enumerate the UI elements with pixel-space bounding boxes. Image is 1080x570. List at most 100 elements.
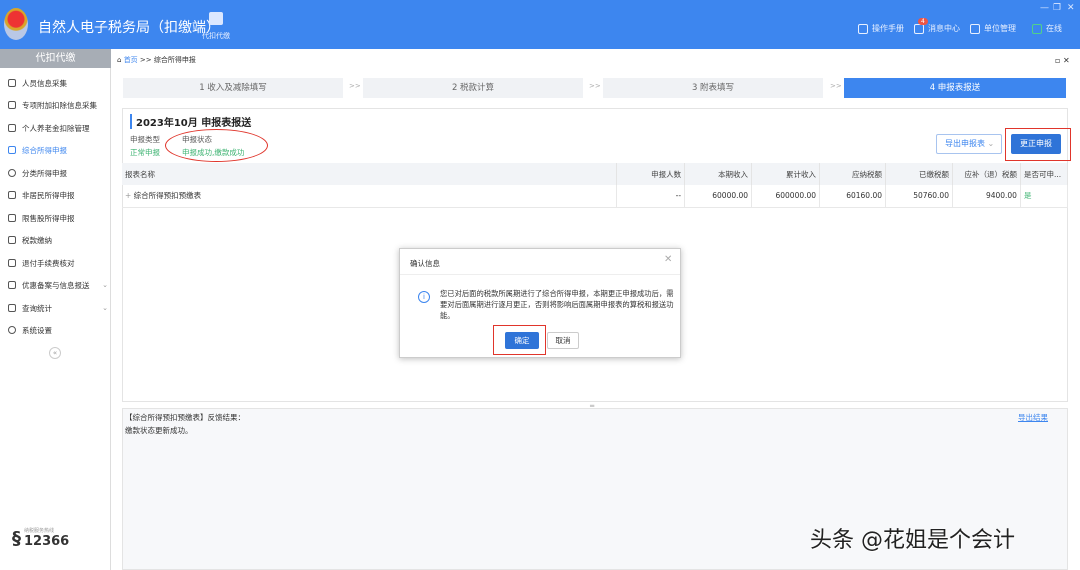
step-tax-calc[interactable]: 2 税款计算: [363, 78, 583, 98]
info-icon: i: [418, 291, 430, 303]
step-separator: >>: [589, 82, 601, 90]
link-label: 操作手册: [872, 24, 904, 33]
gear-icon: [8, 326, 16, 334]
col-tax-due-refund: 应补（退）税额: [952, 163, 1021, 185]
breadcrumb-sep: >>: [139, 56, 152, 64]
col-tax-payable: 应纳税额: [819, 163, 887, 185]
pie-icon: [8, 169, 16, 177]
col-headcount: 申报人数: [616, 163, 686, 185]
online-service-link[interactable]: 在线: [1032, 23, 1062, 34]
folder-icon: [8, 236, 16, 244]
home-icon: ⌂: [117, 56, 122, 64]
sidebar-item-label: 退付手续费核对: [22, 258, 75, 268]
step-separator: >>: [830, 82, 842, 90]
sidebar-item-label: 税款缴纳: [22, 235, 52, 245]
sidebar-item-query[interactable]: 查询统计 ⌄: [8, 301, 108, 315]
dialog-title: 确认信息: [410, 259, 440, 268]
export-label: 导出申报表: [945, 139, 985, 148]
restore-button[interactable]: ❐: [1053, 3, 1061, 13]
link-label: 在线: [1046, 24, 1062, 33]
link-label: 单位管理: [984, 24, 1016, 33]
search-list-icon: [8, 304, 16, 312]
sidebar-item-classified[interactable]: 分类所得申报: [8, 166, 108, 180]
col-current-income: 本期收入: [684, 163, 753, 185]
app-title: 自然人电子税务局（扣缴端）: [38, 20, 220, 36]
step-separator: >>: [349, 82, 361, 90]
sidebar-item-label: 非居民所得申报: [22, 190, 75, 200]
tax-due-cell: 9400.00: [952, 185, 1021, 208]
cancel-button[interactable]: 取消: [547, 332, 579, 349]
divider: [400, 274, 680, 275]
hotline-label: 纳税服务热线: [24, 528, 55, 534]
sidebar-item-tax-payment[interactable]: 税款缴纳: [8, 233, 108, 247]
report-name-cell[interactable]: + 综合所得预扣预缴表: [122, 185, 618, 208]
export-result-link[interactable]: 导出结果: [1018, 412, 1048, 423]
sidebar-item-label: 系统设置: [22, 325, 52, 335]
dialog-message: 您已对后面的税款所属期进行了综合所得申报，本期更正申报成功后，需要对后面属期进行…: [440, 289, 674, 320]
sidebar-item-restricted-stock[interactable]: 限售股所得申报: [8, 211, 108, 225]
chevron-down-icon: ⌄: [102, 304, 108, 312]
chevron-down-icon: ⌄: [987, 139, 995, 148]
hotline-logo-icon: §: [12, 527, 21, 549]
sidebar-item-special-deduction[interactable]: 专项附加扣除信息采集: [8, 98, 108, 112]
sidebar-item-label: 综合所得申报: [22, 145, 67, 155]
annotation-box: [1005, 128, 1071, 161]
declaration-type-label: 申报类型: [130, 135, 160, 144]
note-icon: [8, 281, 16, 289]
table-row[interactable]: + 综合所得预扣预缴表 -- 60000.00 600000.00 60160.…: [122, 185, 1069, 208]
close-icon[interactable]: ✕: [664, 254, 672, 265]
sidebar-item-pension[interactable]: 个人养老金扣除管理: [8, 121, 108, 135]
sidebar-title: 代扣代缴: [0, 49, 111, 68]
breadcrumb-current: 综合所得申报: [153, 56, 196, 64]
col-tax-paid: 已缴税额: [885, 163, 953, 185]
step-submit[interactable]: 4 申报表报送: [844, 78, 1066, 98]
unit-management-link[interactable]: 单位管理: [970, 23, 1016, 34]
mail-icon: [914, 23, 924, 34]
report-name: 综合所得预扣预缴表: [133, 191, 202, 201]
document-icon: [858, 23, 868, 34]
card-icon: [8, 124, 16, 132]
step-attachments[interactable]: 3 附表填写: [603, 78, 823, 98]
cumulative-income-cell: 600000.00: [751, 185, 821, 208]
app-header: 自然人电子税务局（扣缴端） 代扣代缴 操作手册 消息中心 4 单位管理 在线 —…: [0, 0, 1080, 49]
message-badge: 4: [918, 18, 928, 25]
col-report-name: 报表名称: [122, 163, 618, 185]
col-cumulative-income: 累计收入: [751, 163, 821, 185]
sidebar-item-comprehensive[interactable]: 综合所得申报: [8, 143, 108, 157]
minimize-button[interactable]: —: [1040, 3, 1049, 13]
sidebar-item-nonresident[interactable]: 非居民所得申报: [8, 188, 108, 202]
breadcrumb-home[interactable]: 首页: [124, 56, 138, 64]
sidebar-item-personnel[interactable]: 人员信息采集: [8, 76, 108, 90]
export-declaration-dropdown[interactable]: 导出申报表 ⌄: [936, 134, 1002, 154]
expand-icon[interactable]: +: [125, 191, 134, 200]
bar-chart-icon: [8, 214, 16, 222]
nav-withholding[interactable]: 代扣代缴: [196, 12, 236, 41]
manual-link[interactable]: 操作手册: [858, 23, 904, 34]
watermark: 头条 @花姐是个会计: [810, 528, 1015, 553]
collapse-sidebar-button[interactable]: «: [49, 347, 61, 359]
sidebar-item-preferential[interactable]: 优惠备案与信息报送 ⌄: [8, 278, 108, 292]
feedback-message: 缴款状态更新成功。: [125, 426, 193, 435]
building-icon: [970, 23, 980, 34]
tax-paid-cell: 50760.00: [885, 185, 953, 208]
chevron-down-icon: ⌄: [102, 281, 108, 289]
sidebar: 代扣代缴 人员信息采集 专项附加扣除信息采集 个人养老金扣除管理 综合所得申报 …: [0, 49, 111, 570]
step-income[interactable]: 1 收入及减除填写: [123, 78, 343, 98]
close-button[interactable]: ✕: [1067, 3, 1075, 13]
tax-emblem-logo: [4, 8, 28, 40]
table-header-row: 报表名称 申报人数 本期收入 累计收入 应纳税额 已缴税额 应补（退）税额 是否…: [122, 163, 1069, 185]
sidebar-item-label: 分类所得申报: [22, 168, 67, 178]
annotation-box: [493, 325, 546, 355]
pane-controls[interactable]: ▫ ✕: [1055, 56, 1070, 65]
sidebar-item-refund-fee[interactable]: 退付手续费核对: [8, 256, 108, 270]
current-income-cell: 60000.00: [684, 185, 753, 208]
hotline: § 纳税服务热线 12366: [12, 527, 69, 550]
declaration-table: 报表名称 申报人数 本期收入 累计收入 应纳税额 已缴税额 应补（退）税额 是否…: [122, 163, 1069, 208]
sidebar-item-label: 人员信息采集: [22, 78, 67, 88]
sidebar-item-settings[interactable]: 系统设置: [8, 323, 108, 337]
wallet-icon: [209, 12, 223, 25]
headcount-cell: --: [616, 185, 686, 208]
sidebar-item-label: 优惠备案与信息报送: [22, 280, 90, 290]
receipt-icon: [8, 259, 16, 267]
sidebar-item-label: 限售股所得申报: [22, 213, 75, 223]
